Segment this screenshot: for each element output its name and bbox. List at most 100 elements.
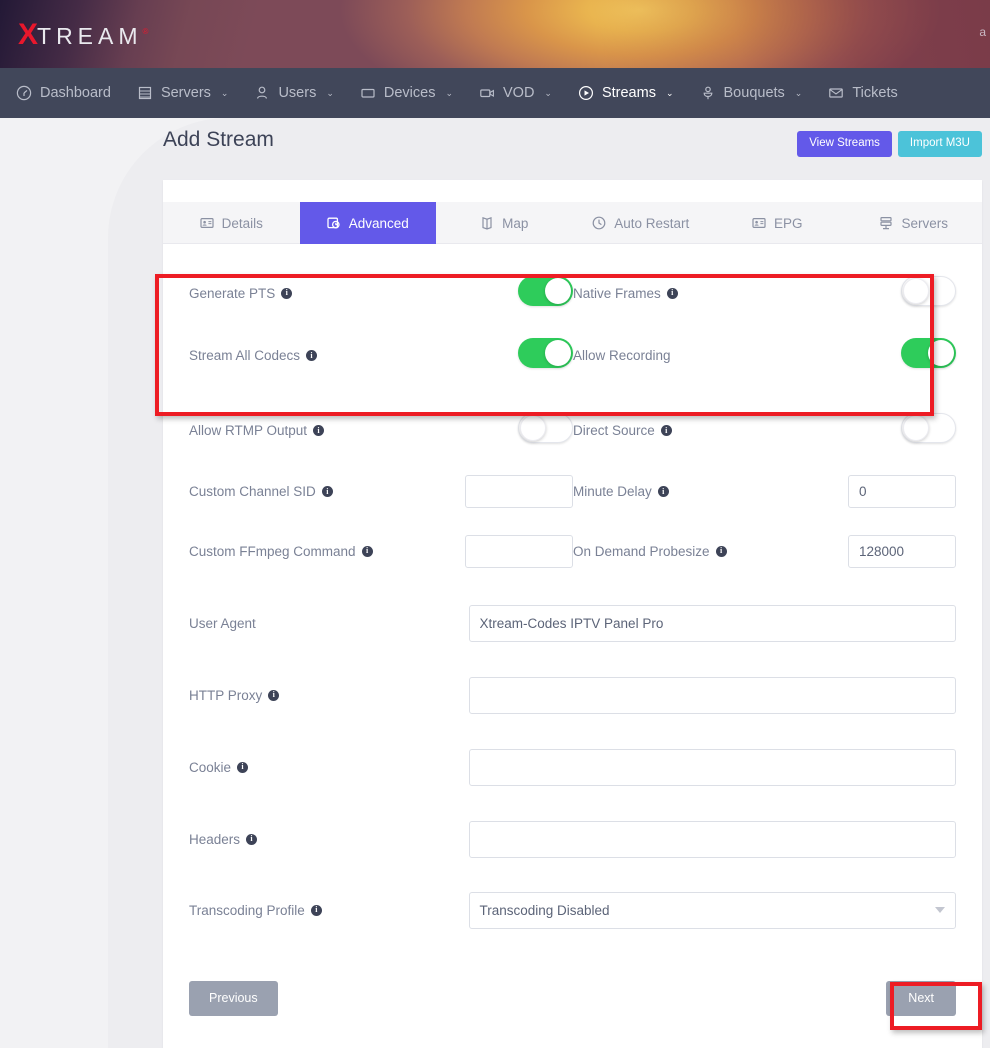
info-icon[interactable]: i <box>322 486 333 497</box>
toggle-wrapper-allow-rtmp-output <box>518 413 573 448</box>
form-row-codecs-recording: Stream All Codecs i Allow Recording <box>189 318 956 393</box>
on-demand-probesize-input[interactable] <box>848 535 956 568</box>
nav-item-tickets[interactable]: Tickets <box>815 68 910 118</box>
label-direct-source: Direct Source i <box>573 423 672 438</box>
toggle-direct-source[interactable] <box>901 413 956 443</box>
form-row-cookie: Cookie i <box>189 731 956 803</box>
toggle-wrapper-direct-source <box>901 413 956 448</box>
clock-icon <box>592 216 606 230</box>
info-icon[interactable]: i <box>362 546 373 557</box>
nav-label-dashboard: Dashboard <box>40 85 111 101</box>
nav-item-users[interactable]: Users ⌄ <box>241 68 346 118</box>
app-page: X TREAM ® a Dashboard Servers ⌄ Users ⌄ <box>0 0 990 1048</box>
toggle-stream-all-codecs[interactable] <box>518 338 573 368</box>
info-icon[interactable]: i <box>281 288 292 299</box>
import-m3u-button[interactable]: Import M3U <box>898 131 982 157</box>
previous-button[interactable]: Previous <box>189 981 278 1016</box>
label-text-allow-rtmp-output: Allow RTMP Output <box>189 423 307 438</box>
info-icon[interactable]: i <box>306 350 317 361</box>
input-wrapper-minute-delay <box>848 475 956 508</box>
form-row-pts-frames: Generate PTS i Native Frames i <box>189 268 956 318</box>
next-button[interactable]: Next <box>886 981 956 1016</box>
toggle-knob <box>903 278 929 304</box>
label-custom-ffmpeg-command: Custom FFmpeg Command i <box>189 544 373 559</box>
nav-item-vod[interactable]: VOD ⌄ <box>466 68 565 118</box>
toggle-allow-recording[interactable] <box>901 338 956 368</box>
user-agent-input[interactable] <box>469 605 957 642</box>
toggle-generate-pts[interactable] <box>518 276 573 306</box>
info-icon[interactable]: i <box>667 288 678 299</box>
id-card-icon <box>200 216 214 230</box>
nav-item-bouquets[interactable]: Bouquets ⌄ <box>687 68 816 118</box>
brand-logo[interactable]: X TREAM ® <box>18 20 148 50</box>
label-generate-pts: Generate PTS i <box>189 286 292 301</box>
info-icon[interactable]: i <box>313 425 324 436</box>
tab-epg[interactable]: EPG <box>709 202 846 244</box>
banner-corner-text: a <box>979 26 986 38</box>
info-icon[interactable]: i <box>658 486 669 497</box>
info-icon[interactable]: i <box>246 834 257 845</box>
tab-label-servers: Servers <box>901 216 948 231</box>
label-text-direct-source: Direct Source <box>573 423 655 438</box>
info-icon[interactable]: i <box>311 905 322 916</box>
tab-advanced[interactable]: Advanced <box>300 202 437 244</box>
nav-label-tickets: Tickets <box>852 85 897 101</box>
transcoding-profile-selected-value: Transcoding Disabled <box>480 903 610 918</box>
logo-wordmark: TREAM <box>37 25 143 48</box>
label-text-on-demand-probesize: On Demand Probesize <box>573 544 710 559</box>
label-native-frames: Native Frames i <box>573 286 678 301</box>
main-navigation[interactable]: Dashboard Servers ⌄ Users ⌄ Devices ⌄ <box>0 68 990 118</box>
view-streams-button[interactable]: View Streams <box>797 131 892 157</box>
field-allow-rtmp-output: Allow RTMP Output i <box>189 413 573 448</box>
toggle-knob <box>903 415 929 441</box>
form-row-rtmp-direct: Allow RTMP Output i Direct Source i <box>189 393 956 468</box>
info-icon[interactable]: i <box>716 546 727 557</box>
form-tabs[interactable]: Details Advanced Map Auto Restart <box>163 202 982 244</box>
field-http-proxy-label: HTTP Proxy i <box>189 688 469 703</box>
tab-auto-restart[interactable]: Auto Restart <box>573 202 710 244</box>
form-row-transcoding-profile: Transcoding Profile i Transcoding Disabl… <box>189 875 956 945</box>
tab-servers[interactable]: Servers <box>846 202 983 244</box>
toggle-allow-rtmp-output[interactable] <box>518 413 573 443</box>
label-text-user-agent: User Agent <box>189 616 256 631</box>
nav-item-streams[interactable]: Streams ⌄ <box>565 68 687 118</box>
minute-delay-input[interactable] <box>848 475 956 508</box>
tab-map[interactable]: Map <box>436 202 573 244</box>
field-native-frames: Native Frames i <box>573 276 956 311</box>
form-row-ffmpeg-probesize: Custom FFmpeg Command i On Demand Probes… <box>189 515 956 587</box>
nav-item-servers[interactable]: Servers ⌄ <box>124 68 242 118</box>
label-on-demand-probesize: On Demand Probesize i <box>573 544 727 559</box>
nav-label-bouquets: Bouquets <box>724 85 785 101</box>
label-text-http-proxy: HTTP Proxy <box>189 688 262 703</box>
field-custom-ffmpeg-command: Custom FFmpeg Command i <box>189 535 573 568</box>
toggle-native-frames[interactable] <box>901 276 956 306</box>
transcoding-profile-select[interactable]: Transcoding Disabled <box>469 892 957 929</box>
info-icon[interactable]: i <box>237 762 248 773</box>
headers-input[interactable] <box>469 821 957 858</box>
nav-item-devices[interactable]: Devices ⌄ <box>347 68 466 118</box>
info-icon[interactable]: i <box>268 690 279 701</box>
custom-ffmpeg-command-input[interactable] <box>465 535 573 568</box>
label-cookie: Cookie i <box>189 760 248 775</box>
http-proxy-input[interactable] <box>469 677 957 714</box>
field-headers-label: Headers i <box>189 832 469 847</box>
header-action-buttons: View Streams Import M3U <box>797 131 982 157</box>
label-stream-all-codecs: Stream All Codecs i <box>189 348 317 363</box>
tab-details[interactable]: Details <box>163 202 300 244</box>
stream-form-card: Details Advanced Map Auto Restart <box>163 180 982 1048</box>
field-transcoding-profile-label: Transcoding Profile i <box>189 903 469 918</box>
custom-channel-sid-input[interactable] <box>465 475 573 508</box>
toggle-wrapper-stream-all-codecs <box>518 338 573 373</box>
page-title: Add Stream <box>163 128 274 152</box>
chevron-down-icon <box>935 907 945 913</box>
cookie-input[interactable] <box>469 749 957 786</box>
nav-label-users: Users <box>278 85 316 101</box>
form-row-sid-delay: Custom Channel SID i Minute Delay i <box>189 468 956 515</box>
info-icon[interactable]: i <box>661 425 672 436</box>
epg-icon <box>752 216 766 230</box>
field-generate-pts: Generate PTS i <box>189 276 573 311</box>
chevron-down-icon: ⌄ <box>326 88 334 99</box>
form-row-headers: Headers i <box>189 803 956 875</box>
label-user-agent: User Agent <box>189 616 256 631</box>
nav-item-dashboard[interactable]: Dashboard <box>0 68 124 118</box>
